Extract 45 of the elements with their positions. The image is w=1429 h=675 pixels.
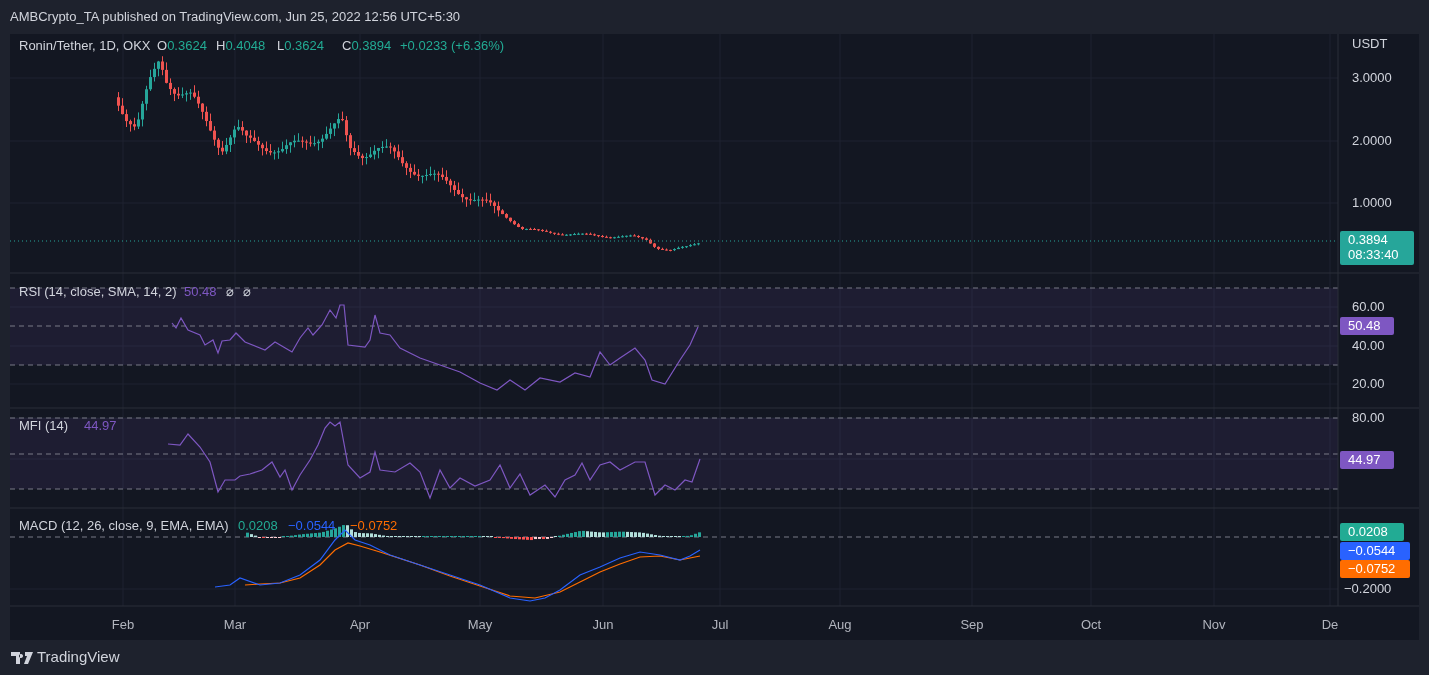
axis-label: 60.00 — [1352, 299, 1385, 314]
indicator-title: MFI (14) — [19, 418, 69, 433]
brand-name: TradingView — [37, 647, 120, 668]
currency-label: USDT — [1352, 36, 1388, 51]
axis-label: 40.00 — [1352, 338, 1385, 353]
macd-value: −0.0544 — [288, 518, 336, 533]
macd-value: 0.0208 — [238, 518, 278, 533]
value-badge: 44.97 — [1340, 451, 1394, 469]
publish-info: AMBCrypto_TA published on TradingView.com, Jun 25, 2022 12:56 UTC+5:30 — [10, 8, 461, 27]
value-badge: −0.0544 — [1340, 542, 1410, 560]
time-label: Feb — [111, 617, 135, 632]
ohlc-value: L0.3624 — [277, 38, 324, 53]
price-change: +0.0233 (+6.36%) — [400, 38, 505, 53]
indicator-title: RSI (14, close, SMA, 14, 2) — [19, 284, 177, 299]
time-label: Sep — [960, 617, 984, 632]
axis-label: 2.0000 — [1352, 133, 1392, 148]
axis-label: −0.2000 — [1344, 581, 1392, 596]
axis-label: 80.00 — [1352, 410, 1385, 425]
value-badge: −0.0752 — [1340, 560, 1410, 578]
time-label: Oct — [1080, 617, 1102, 632]
time-label: De — [1321, 617, 1339, 632]
hidden-icon: ⌀ — [243, 284, 251, 299]
time-label: Aug — [828, 617, 852, 632]
time-label: Mar — [223, 617, 247, 632]
macd-value: −0.0752 — [350, 518, 398, 533]
symbol-title: Ronin/Tether, 1D, OKX — [19, 38, 151, 53]
axis-label: 1.0000 — [1352, 195, 1392, 210]
ohlc-value: O0.3624 — [157, 38, 207, 53]
axis-label: 3.0000 — [1352, 70, 1392, 85]
time-label: Jul — [711, 617, 729, 632]
time-label: Apr — [349, 617, 371, 632]
time-label: May — [467, 617, 493, 632]
mfi-value: 44.97 — [84, 418, 117, 433]
time-label: Nov — [1202, 617, 1226, 632]
value-badge: 50.48 — [1340, 317, 1394, 335]
time-label: Jun — [592, 617, 614, 632]
indicator-title: MACD (12, 26, close, 9, EMA, EMA) — [19, 518, 229, 533]
rsi-value: 50.48 — [184, 284, 217, 299]
logo-icon — [11, 651, 33, 664]
price-badge: 0.3894 08:33:40 — [1340, 231, 1414, 265]
axis-label: 20.00 — [1352, 376, 1385, 391]
hidden-icon: ⌀ — [226, 284, 234, 299]
ohlc-value: C0.3894 — [342, 38, 392, 53]
value-badge: 0.0208 — [1340, 523, 1404, 541]
ohlc-value: H0.4048 — [216, 38, 266, 53]
